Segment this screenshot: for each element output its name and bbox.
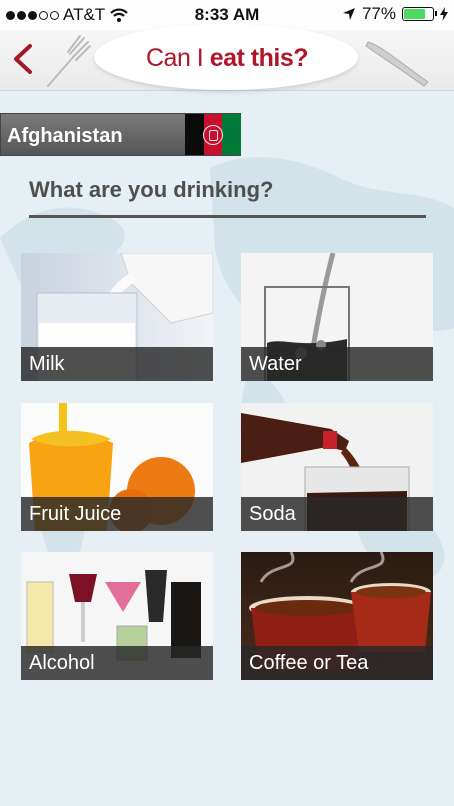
charging-bolt-icon	[440, 7, 448, 21]
country-name: Afghanistan	[7, 125, 123, 147]
afghanistan-flag-icon	[185, 114, 242, 155]
app-header: Can I eat this?	[0, 24, 454, 91]
drink-tile-alcohol[interactable]: Alcohol	[21, 552, 213, 680]
knife-icon	[365, 41, 429, 87]
question-heading: What are you drinking?	[29, 177, 274, 202]
drink-tile-milk[interactable]: Milk	[21, 253, 213, 381]
drink-label: Soda	[241, 497, 433, 531]
battery-icon	[402, 7, 437, 21]
country-selector[interactable]: Afghanistan	[0, 113, 242, 156]
drink-tile-coffee-or-tea[interactable]: Coffee or Tea	[241, 552, 433, 680]
drink-label: Coffee or Tea	[241, 646, 433, 680]
drink-label: Fruit Juice	[21, 497, 213, 531]
drink-label: Alcohol	[21, 646, 213, 680]
drink-tile-soda[interactable]: Soda	[241, 403, 433, 531]
drink-tile-water[interactable]: Water	[241, 253, 433, 381]
location-arrow-icon	[342, 8, 355, 20]
battery-percent: 77%	[361, 4, 396, 23]
heading-underline	[29, 215, 426, 218]
drink-label: Water	[241, 347, 433, 381]
drink-label: Milk	[21, 347, 213, 381]
drink-tile-fruit-juice[interactable]: Fruit Juice	[21, 403, 213, 531]
